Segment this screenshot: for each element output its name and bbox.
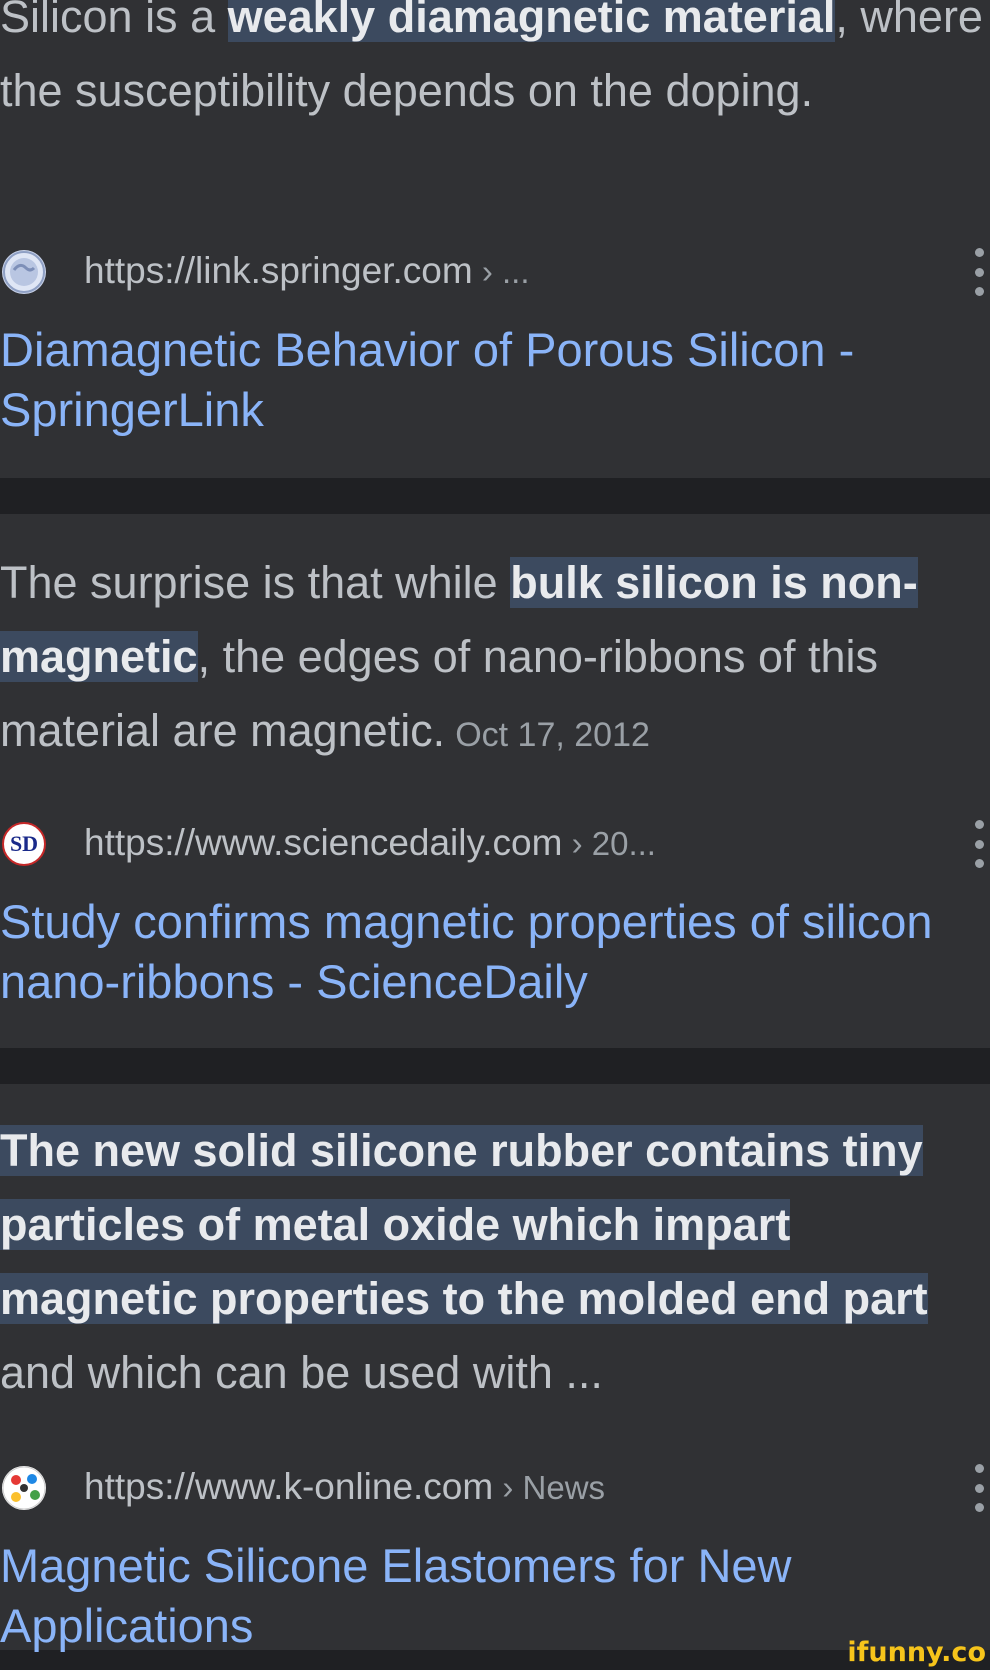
result-title-link[interactable]: Diamagnetic Behavior of Porous Silicon -… — [0, 320, 990, 440]
result-source[interactable]: https://www.k-online.com › News — [0, 1464, 990, 1514]
result-card-2: The surprise is that while bulk silicon … — [0, 514, 990, 1048]
result-title-link[interactable]: Study confirms magnetic properties of si… — [0, 892, 990, 1012]
snippet-highlight: weakly diamagnetic material — [227, 0, 836, 42]
snippet-highlight: The new solid silicone rubber contains t… — [0, 1125, 928, 1324]
globe-icon — [2, 250, 46, 294]
sciencedaily-logo-icon: SD — [2, 822, 46, 866]
result-url[interactable]: https://link.springer.com › ... — [84, 250, 530, 292]
result-card-1: Silicon is a weakly diamagnetic material… — [0, 0, 990, 478]
result-source[interactable]: SD https://www.sciencedaily.com › 20... — [0, 820, 990, 870]
k-online-logo-icon — [2, 1466, 46, 1510]
result-title-link[interactable]: Magnetic Silicone Elastomers for New App… — [0, 1536, 990, 1656]
result-source[interactable]: https://link.springer.com › ... — [0, 248, 990, 298]
result-url[interactable]: https://www.sciencedaily.com › 20... — [84, 822, 656, 864]
result-snippet: Silicon is a weakly diamagnetic material… — [0, 0, 990, 128]
result-snippet: The surprise is that while bulk silicon … — [0, 557, 918, 756]
result-snippet: The new solid silicone rubber contains t… — [0, 1125, 928, 1398]
result-card-3: The new solid silicone rubber contains t… — [0, 1084, 990, 1652]
ifunny-watermark: ifunny.co — [847, 1637, 986, 1668]
more-options-icon[interactable] — [968, 248, 990, 296]
more-options-icon[interactable] — [968, 1464, 990, 1512]
result-url[interactable]: https://www.k-online.com › News — [84, 1466, 605, 1508]
result-date: Oct 17, 2012 — [455, 716, 650, 754]
more-options-icon[interactable] — [968, 820, 990, 868]
